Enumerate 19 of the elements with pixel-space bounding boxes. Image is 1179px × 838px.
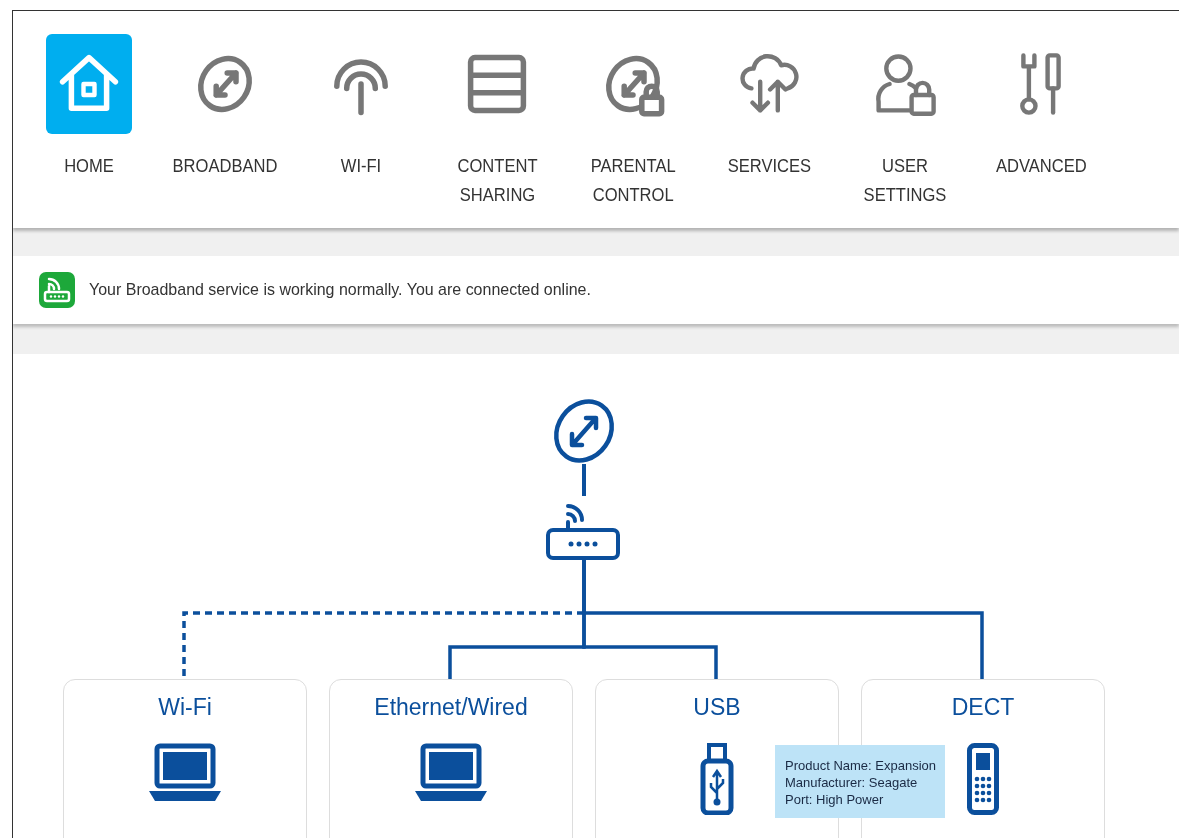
device-card[interactable]: Wi-Fi: [63, 679, 307, 838]
nav-tab[interactable]: CONTENT SHARING: [429, 34, 565, 228]
nav-tab[interactable]: SERVICES: [701, 34, 837, 228]
device-title: Ethernet/Wired: [374, 694, 528, 721]
nav-tab[interactable]: ADVANCED: [973, 34, 1109, 228]
device-title: Wi-Fi: [158, 694, 212, 721]
nav-tab[interactable]: HOME: [21, 34, 157, 228]
device-title: DECT: [951, 694, 1015, 721]
nav-tab[interactable]: BROADBAND: [157, 34, 293, 228]
device-card[interactable]: Ethernet/Wired: [329, 679, 573, 838]
cordless-phone-icon: [967, 743, 999, 815]
status-message: Your Broadband service is working normally. You are connected online.: [89, 280, 591, 300]
nav-tab[interactable]: USER SETTINGS: [837, 34, 973, 228]
nav-tab[interactable]: PARENTAL CONTROL: [565, 34, 701, 228]
router-icon: [546, 504, 620, 560]
device-title: USB: [693, 694, 741, 721]
usb-drive-icon: [700, 743, 734, 815]
nav-tab[interactable]: WI-FI: [293, 34, 429, 228]
internet-globe-icon: [554, 399, 614, 463]
